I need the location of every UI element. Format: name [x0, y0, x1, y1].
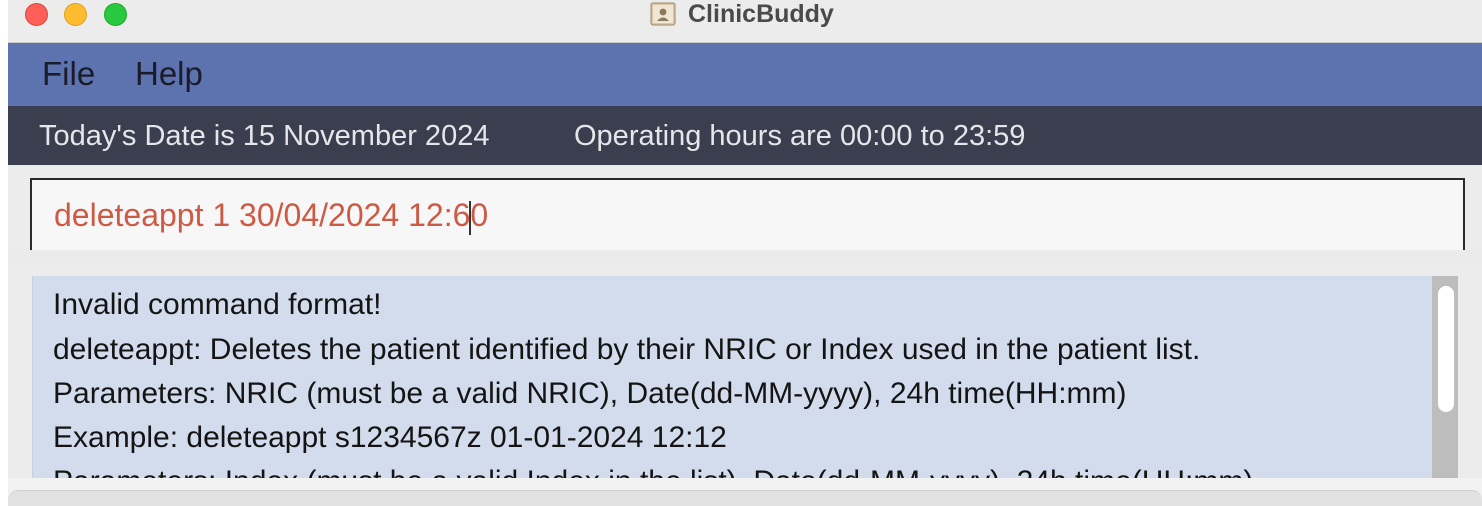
window-title: ClinicBuddy — [688, 0, 834, 28]
bottom-panel-edge — [8, 490, 1482, 506]
command-input-text[interactable]: deleteappt 1 30/04/2024 12:60 — [54, 197, 488, 235]
todays-date-label: Today's Date is 15 November 2024 — [39, 120, 490, 152]
close-window-button[interactable] — [25, 3, 48, 26]
result-display: Invalid command format! deleteappt: Dele… — [32, 276, 1433, 478]
result-scrollbar[interactable] — [1432, 276, 1458, 478]
result-line: deleteappt: Deletes the patient identifi… — [53, 333, 1201, 366]
background-window-edge — [0, 0, 8, 506]
title-bar[interactable]: ClinicBuddy — [8, 0, 1482, 43]
result-line: Invalid command format! — [53, 288, 382, 321]
minimize-window-button[interactable] — [64, 3, 87, 26]
result-line: Parameters: Index (must be a valid Index… — [53, 465, 1253, 478]
command-text-after-caret: 0 — [470, 197, 489, 233]
scrollbar-thumb[interactable] — [1438, 286, 1454, 412]
result-line: Parameters: NRIC (must be a valid NRIC),… — [53, 377, 1127, 410]
app-window: ClinicBuddy File Help Today's Date is 15… — [8, 0, 1482, 506]
menu-help[interactable]: Help — [135, 55, 203, 93]
command-text-before-caret: deleteappt 1 30/04/2024 12:6 — [54, 197, 471, 233]
split-divider[interactable] — [8, 250, 1482, 268]
menu-file[interactable]: File — [42, 55, 95, 93]
menu-bar: File Help — [8, 43, 1482, 106]
result-line: Example: deleteappt s1234567z 01-01-2024… — [53, 421, 727, 454]
contact-card-icon — [650, 2, 676, 26]
command-input-box[interactable]: deleteappt 1 30/04/2024 12:60 — [30, 178, 1465, 258]
info-bar: Today's Date is 15 November 2024 Operati… — [8, 106, 1482, 165]
operating-hours-label: Operating hours are 00:00 to 23:59 — [574, 120, 1026, 152]
maximize-window-button[interactable] — [104, 3, 127, 26]
window-title-group: ClinicBuddy — [650, 0, 834, 28]
